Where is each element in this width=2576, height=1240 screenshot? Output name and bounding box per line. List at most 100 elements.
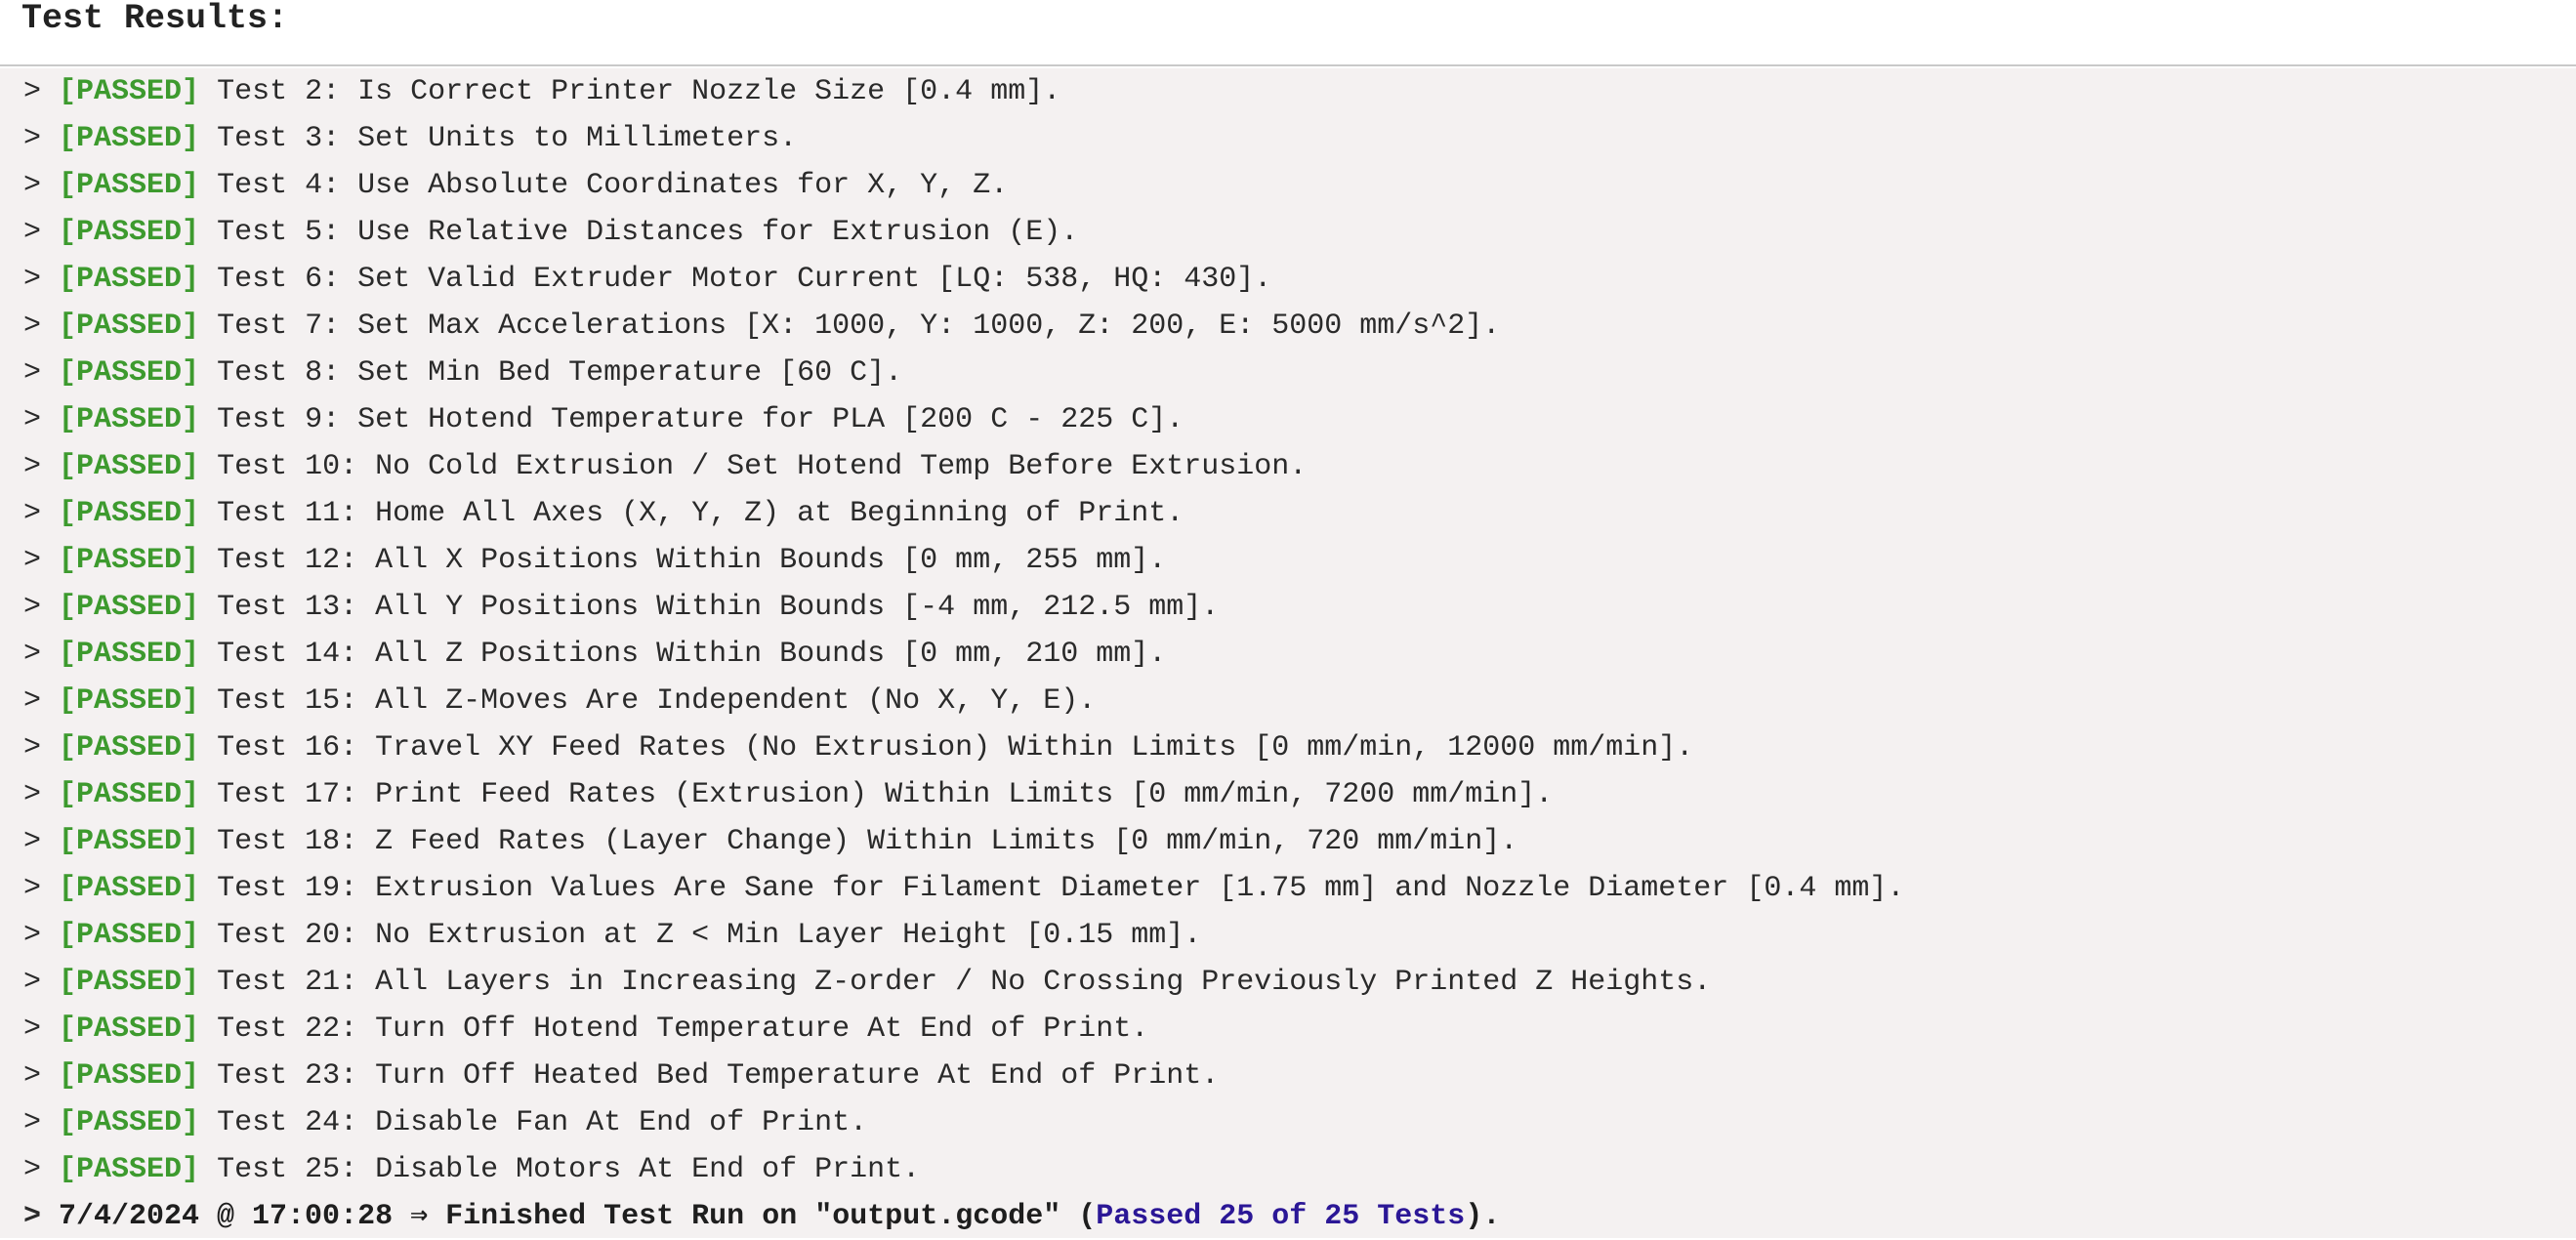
test-status-badge: [PASSED]: [59, 497, 200, 530]
prompt-marker: >: [23, 919, 60, 952]
test-status-badge: [PASSED]: [59, 1013, 200, 1046]
test-status-badge: [PASSED]: [59, 591, 200, 624]
test-result-row: > [PASSED] Test 14: All Z Positions With…: [0, 631, 2576, 678]
prompt-marker: >: [23, 1106, 60, 1139]
test-description: Test 10: No Cold Extrusion / Set Hotend …: [217, 450, 1308, 483]
test-description: Test 22: Turn Off Hotend Temperature At …: [217, 1013, 1149, 1046]
test-status-badge: [PASSED]: [59, 872, 200, 905]
test-result-row: > [PASSED] Test 13: All Y Positions With…: [0, 584, 2576, 631]
test-status-badge: [PASSED]: [59, 122, 200, 155]
prompt-marker: >: [23, 403, 60, 436]
prompt-marker: >: [23, 1200, 60, 1233]
test-description: Test 6: Set Valid Extruder Motor Current…: [217, 263, 1272, 296]
prompt-marker: >: [23, 1059, 60, 1093]
test-status-badge: [PASSED]: [59, 544, 200, 577]
test-result-list: > [PASSED] Test 2: Is Correct Printer No…: [0, 68, 2576, 1193]
test-status-badge: [PASSED]: [59, 731, 200, 765]
test-description: Test 2: Is Correct Printer Nozzle Size […: [217, 75, 1061, 108]
test-result-row: > [PASSED] Test 24: Disable Fan At End o…: [0, 1099, 2576, 1146]
test-status-badge: [PASSED]: [59, 310, 200, 343]
test-result-row: > [PASSED] Test 21: All Layers in Increa…: [0, 959, 2576, 1006]
test-result-row: > [PASSED] Test 11: Home All Axes (X, Y,…: [0, 490, 2576, 537]
test-result-row: > [PASSED] Test 19: Extrusion Values Are…: [0, 865, 2576, 912]
test-status-badge: [PASSED]: [59, 403, 200, 436]
test-result-row: > [PASSED] Test 20: No Extrusion at Z < …: [0, 912, 2576, 959]
prompt-marker: >: [23, 638, 60, 671]
test-status-badge: [PASSED]: [59, 919, 200, 952]
test-description: Test 4: Use Absolute Coordinates for X, …: [217, 169, 1009, 202]
test-description: Test 12: All X Positions Within Bounds […: [217, 544, 1167, 577]
test-description: Test 8: Set Min Bed Temperature [60 C].: [217, 356, 903, 390]
prompt-marker: >: [23, 872, 60, 905]
test-result-row: > [PASSED] Test 23: Turn Off Heated Bed …: [0, 1053, 2576, 1099]
test-description: Test 16: Travel XY Feed Rates (No Extrus…: [217, 731, 1694, 765]
test-status-badge: [PASSED]: [59, 169, 200, 202]
test-status-badge: [PASSED]: [59, 1153, 200, 1186]
prompt-marker: >: [23, 450, 60, 483]
results-title: Test Results:: [21, 0, 289, 38]
test-status-badge: [PASSED]: [59, 263, 200, 296]
summary-row: > 7/4/2024 @ 17:00:28 ⇒ Finished Test Ru…: [0, 1193, 2576, 1240]
test-result-row: > [PASSED] Test 2: Is Correct Printer No…: [0, 68, 2576, 115]
test-result-row: > [PASSED] Test 5: Use Relative Distance…: [0, 209, 2576, 256]
test-description: Test 15: All Z-Moves Are Independent (No…: [217, 684, 1097, 718]
summary-count: Passed 25 of 25 Tests: [1096, 1200, 1466, 1233]
test-result-row: > [PASSED] Test 15: All Z-Moves Are Inde…: [0, 678, 2576, 724]
test-description: Test 9: Set Hotend Temperature for PLA […: [217, 403, 1184, 436]
test-status-badge: [PASSED]: [59, 825, 200, 858]
prompt-marker: >: [23, 122, 60, 155]
test-status-badge: [PASSED]: [59, 638, 200, 671]
test-result-row: > [PASSED] Test 18: Z Feed Rates (Layer …: [0, 818, 2576, 865]
test-result-row: > [PASSED] Test 8: Set Min Bed Temperatu…: [0, 350, 2576, 396]
test-result-row: > [PASSED] Test 16: Travel XY Feed Rates…: [0, 724, 2576, 771]
test-status-badge: [PASSED]: [59, 450, 200, 483]
test-description: Test 23: Turn Off Heated Bed Temperature…: [217, 1059, 1220, 1093]
test-status-badge: [PASSED]: [59, 356, 200, 390]
test-status-badge: [PASSED]: [59, 1059, 200, 1093]
test-description: Test 21: All Layers in Increasing Z-orde…: [217, 966, 1712, 999]
test-description: Test 20: No Extrusion at Z < Min Layer H…: [217, 919, 1202, 952]
prompt-marker: >: [23, 216, 60, 249]
test-status-badge: [PASSED]: [59, 75, 200, 108]
test-description: Test 3: Set Units to Millimeters.: [217, 122, 798, 155]
test-description: Test 13: All Y Positions Within Bounds […: [217, 591, 1220, 624]
summary-text: 7/4/2024 @ 17:00:28 ⇒ Finished Test Run …: [59, 1200, 1097, 1233]
test-result-row: > [PASSED] Test 9: Set Hotend Temperatur…: [0, 396, 2576, 443]
prompt-marker: >: [23, 310, 60, 343]
test-description: Test 25: Disable Motors At End of Print.: [217, 1153, 921, 1186]
test-description: Test 7: Set Max Accelerations [X: 1000, …: [217, 310, 1501, 343]
prompt-marker: >: [23, 75, 60, 108]
prompt-marker: >: [23, 778, 60, 811]
summary-suffix: ).: [1465, 1200, 1501, 1233]
test-result-row: > [PASSED] Test 17: Print Feed Rates (Ex…: [0, 771, 2576, 818]
test-result-row: > [PASSED] Test 12: All X Positions With…: [0, 537, 2576, 584]
test-description: Test 18: Z Feed Rates (Layer Change) Wit…: [217, 825, 1518, 858]
test-result-row: > [PASSED] Test 4: Use Absolute Coordina…: [0, 162, 2576, 209]
prompt-marker: >: [23, 966, 60, 999]
test-status-badge: [PASSED]: [59, 778, 200, 811]
prompt-marker: >: [23, 591, 60, 624]
prompt-marker: >: [23, 497, 60, 530]
test-description: Test 11: Home All Axes (X, Y, Z) at Begi…: [217, 497, 1184, 530]
test-description: Test 24: Disable Fan At End of Print.: [217, 1106, 868, 1139]
test-result-row: > [PASSED] Test 3: Set Units to Millimet…: [0, 115, 2576, 162]
test-result-row: > [PASSED] Test 10: No Cold Extrusion / …: [0, 443, 2576, 490]
test-log: > [PASSED] Test 2: Is Correct Printer No…: [0, 68, 2576, 1238]
prompt-marker: >: [23, 1013, 60, 1046]
test-description: Test 14: All Z Positions Within Bounds […: [217, 638, 1167, 671]
prompt-marker: >: [23, 544, 60, 577]
test-result-row: > [PASSED] Test 7: Set Max Accelerations…: [0, 303, 2576, 350]
test-result-row: > [PASSED] Test 22: Turn Off Hotend Temp…: [0, 1006, 2576, 1053]
prompt-marker: >: [23, 1153, 60, 1186]
results-header: Test Results:: [0, 0, 2576, 66]
prompt-marker: >: [23, 356, 60, 390]
prompt-marker: >: [23, 825, 60, 858]
test-result-row: > [PASSED] Test 6: Set Valid Extruder Mo…: [0, 256, 2576, 303]
prompt-marker: >: [23, 684, 60, 718]
prompt-marker: >: [23, 169, 60, 202]
test-status-badge: [PASSED]: [59, 684, 200, 718]
prompt-marker: >: [23, 731, 60, 765]
test-description: Test 19: Extrusion Values Are Sane for F…: [217, 872, 1905, 905]
test-status-badge: [PASSED]: [59, 966, 200, 999]
test-description: Test 17: Print Feed Rates (Extrusion) Wi…: [217, 778, 1554, 811]
